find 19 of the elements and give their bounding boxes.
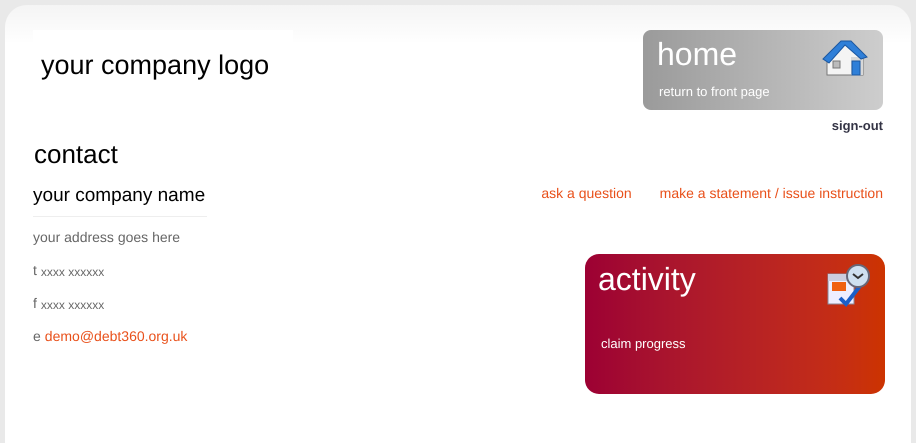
contact-value: xxxx xxxxxx bbox=[40, 297, 104, 314]
action-link[interactable]: ask a question bbox=[541, 182, 632, 204]
page-heading: contact bbox=[34, 138, 119, 170]
contact-label: e bbox=[33, 327, 41, 346]
tile-subtitle: claim progress bbox=[601, 334, 687, 353]
contact-value: xxxx xxxxxx bbox=[40, 264, 104, 281]
company-name: your company name bbox=[33, 182, 208, 217]
email-link[interactable]: demo@debt360.org.uk bbox=[44, 326, 188, 347]
action-link[interactable]: make a statement / issue instruction bbox=[660, 182, 883, 204]
home-tile[interactable]: home return to front page bbox=[643, 30, 883, 110]
sign-out-link[interactable]: sign-out bbox=[832, 116, 883, 136]
contact-label: f bbox=[33, 294, 37, 313]
tile-title: home bbox=[657, 36, 738, 72]
activity-tile[interactable]: activity claim progress bbox=[585, 254, 885, 394]
calendar-clock-icon bbox=[826, 262, 872, 308]
tile-subtitle: return to front page bbox=[659, 83, 770, 101]
tile-title: activity bbox=[598, 260, 696, 298]
contact-label: t bbox=[33, 261, 37, 280]
address-text: your address goes here bbox=[33, 228, 182, 247]
